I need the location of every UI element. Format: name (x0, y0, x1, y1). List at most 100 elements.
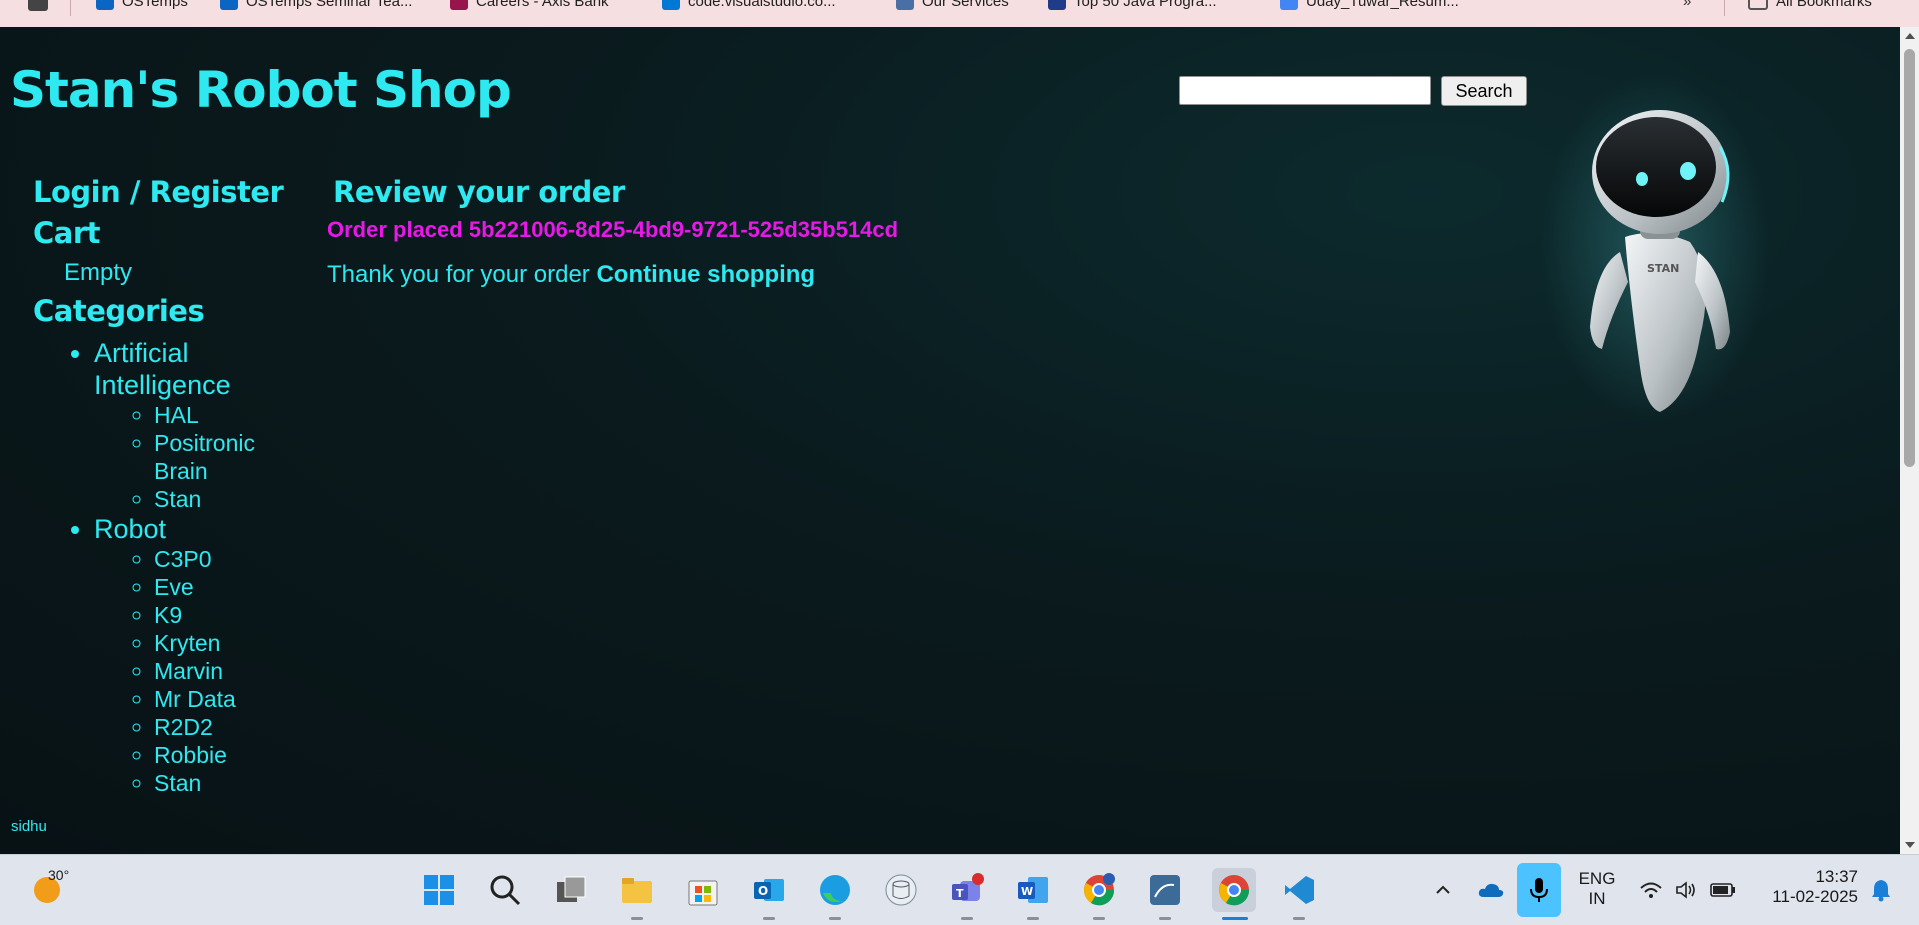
product-link[interactable]: Stan (154, 485, 304, 513)
language-indicator[interactable]: ENG IN (1576, 869, 1618, 909)
product-list: HAL Positronic Brain Stan (94, 401, 304, 513)
product-link[interactable]: Marvin (154, 657, 304, 685)
page-viewport: Stan's Robot Shop Search Login / Registe… (0, 27, 1900, 854)
mysql-workbench-icon[interactable] (1146, 871, 1184, 909)
product-link[interactable]: Robbie (154, 741, 304, 769)
weather-temperature: 30° (48, 867, 70, 883)
microsoft-store-icon[interactable] (684, 871, 722, 909)
running-indicator (961, 917, 973, 920)
volume-icon[interactable] (1668, 871, 1706, 909)
product-link[interactable]: C3P0 (154, 545, 304, 573)
site-title[interactable]: Stan's Robot Shop (10, 61, 512, 119)
product-list: C3P0 Eve K9 Kryten Marvin Mr Data R2D2 R… (94, 545, 304, 797)
scroll-down-icon[interactable] (1905, 842, 1915, 848)
search-button[interactable]: Search (1441, 76, 1527, 106)
page-scrollbar[interactable] (1900, 27, 1919, 854)
clock-date: 11-02-2025 (1772, 887, 1858, 906)
cart-status: Empty (64, 259, 133, 286)
folder-icon (1748, 0, 1768, 10)
running-indicator (829, 917, 841, 920)
vscode-icon[interactable] (1280, 871, 1318, 909)
running-indicator (1159, 917, 1171, 920)
order-placed-message: Order placed 5b221006-8d25-4bd9-9721-525… (327, 217, 899, 242)
chevron-down-icon[interactable]: » (1683, 0, 1691, 11)
product-link[interactable]: Mr Data (154, 685, 304, 713)
running-indicator (763, 917, 775, 920)
axis-bank-icon (450, 0, 468, 10)
svg-text:W: W (1021, 885, 1033, 898)
teams-icon[interactable]: T (948, 871, 986, 909)
bookmark-item[interactable]: All Bookmarks (1748, 0, 1872, 11)
bookmarks-separator (70, 0, 71, 16)
wifi-icon[interactable] (1632, 871, 1670, 909)
continue-shopping-link[interactable]: Continue shopping (596, 261, 815, 288)
windows-taskbar: 30° O T W ENG IN 13:37 11-02-2025 (0, 854, 1919, 925)
bookmarks-separator (1724, 0, 1725, 16)
language-region: IN (1588, 889, 1606, 908)
product-link[interactable]: Eve (154, 573, 304, 601)
bookmark-item[interactable]: OSTemps Seminar Tea... (220, 0, 412, 11)
category-item: Artificial Intelligence HAL Positronic B… (94, 337, 304, 513)
running-indicator (1093, 917, 1105, 920)
login-register-link[interactable]: Login / Register (33, 175, 284, 209)
linkedin-icon (220, 0, 238, 10)
chrome-icon[interactable] (1212, 868, 1256, 912)
bookmark-item[interactable]: Our Services (896, 0, 1009, 11)
categories-heading: Categories (33, 294, 205, 328)
svg-text:T: T (956, 887, 964, 900)
scrollbar-thumb[interactable] (1904, 49, 1915, 467)
task-view-icon[interactable] (552, 871, 590, 909)
show-hidden-icons-chevron-icon[interactable] (1424, 871, 1462, 909)
microphone-icon[interactable] (1517, 863, 1561, 917)
thank-you-text: Thank you for your order (327, 261, 590, 288)
bookmark-item[interactable]: Careers - Axis Bank (450, 0, 609, 11)
file-explorer-icon[interactable] (618, 871, 656, 909)
cart-heading: Cart (33, 216, 101, 250)
edge-icon[interactable] (816, 871, 854, 909)
product-link[interactable]: R2D2 (154, 713, 304, 741)
running-indicator (1293, 917, 1305, 920)
notification-bell-icon[interactable] (1862, 871, 1900, 909)
running-indicator (1027, 917, 1039, 920)
outlook-icon[interactable]: O (750, 871, 788, 909)
google-docs-icon (1280, 0, 1298, 10)
product-link[interactable]: Stan (154, 769, 304, 797)
bookmark-item[interactable]: OSTemps (96, 0, 188, 11)
svg-text:O: O (758, 884, 768, 898)
onedrive-icon[interactable] (1472, 871, 1510, 909)
thank-you-message: Thank you for your order Continue shoppi… (327, 261, 815, 289)
category-item: Robot C3P0 Eve K9 Kryten Marvin Mr Data … (94, 513, 304, 797)
bookmarks-bar: OSTemps OSTemps Seminar Tea... Careers -… (0, 0, 1919, 28)
bookmark-item[interactable]: Top 50 Java Progra... (1048, 0, 1217, 11)
apps-grid-icon[interactable] (28, 0, 48, 11)
battery-icon[interactable] (1704, 871, 1742, 909)
running-indicator (631, 917, 643, 920)
bookmark-item[interactable]: Uday_Tuwar_Resum... (1280, 0, 1459, 11)
review-order-heading: Review your order (333, 175, 625, 209)
sql-tool-icon[interactable] (882, 871, 920, 909)
category-label: Robot (94, 514, 167, 544)
site-icon (1048, 0, 1066, 10)
robot-badge-text: STAN (1647, 262, 1679, 275)
footer-username: sidhu (11, 818, 47, 835)
category-label: Artificial Intelligence (94, 338, 231, 400)
language-code: ENG (1578, 869, 1616, 888)
chrome-profile-icon[interactable] (1080, 871, 1118, 909)
scroll-up-icon[interactable] (1905, 33, 1915, 39)
start-icon[interactable] (420, 871, 458, 909)
clock[interactable]: 13:37 11-02-2025 (1758, 867, 1858, 907)
word-icon[interactable]: W (1014, 871, 1052, 909)
site-icon (896, 0, 914, 10)
product-link[interactable]: Kryten (154, 629, 304, 657)
search-icon[interactable] (486, 871, 524, 909)
categories-list: Artificial Intelligence HAL Positronic B… (70, 337, 304, 797)
bookmark-item[interactable]: code.visualstudio.co... (662, 0, 836, 11)
search-input[interactable] (1179, 76, 1431, 105)
product-link[interactable]: K9 (154, 601, 304, 629)
linkedin-icon (96, 0, 114, 10)
active-indicator (1222, 917, 1248, 920)
robot-mascot-image: STAN (1540, 72, 1770, 422)
vscode-icon (662, 0, 680, 10)
product-link[interactable]: Positronic Brain (154, 429, 304, 485)
product-link[interactable]: HAL (154, 401, 304, 429)
